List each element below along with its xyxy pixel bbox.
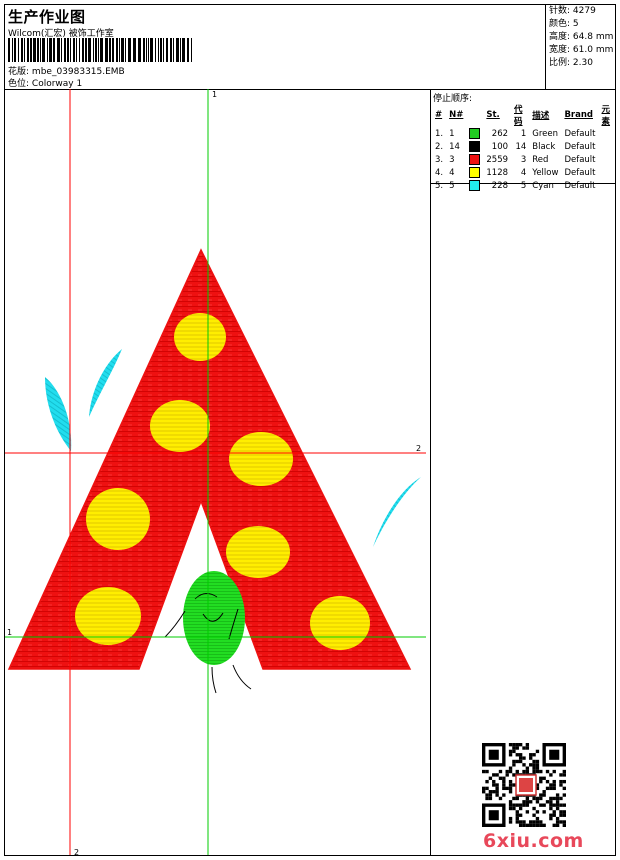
cell-brand: Default: [564, 154, 596, 165]
cell-index: 4.: [435, 167, 444, 178]
table-row: 5. 5 228 5 Cyan Default: [432, 179, 615, 192]
cyan-leaf-left: [45, 377, 72, 451]
cell-brand: Default: [564, 128, 596, 139]
cell-code: 1: [520, 128, 527, 139]
embroidery-canvas: 1 1 2 2: [5, 89, 426, 855]
cell-element: [599, 127, 616, 140]
stats-panel: 针数: 4279 颜色: 5 高度: 64.8 mm 宽度: 61.0 mm 比…: [549, 5, 613, 70]
cell-description: Cyan: [532, 180, 554, 191]
table-row: 2. 14 100 14 Black Default: [432, 140, 615, 153]
stop-panel-divider: [430, 89, 431, 855]
cell-needle: 1: [449, 128, 455, 139]
table-row: 3. 3 2559 3 Red Default: [432, 153, 615, 166]
table-row: 4. 4 1128 4 Yellow Default: [432, 166, 615, 179]
cell-code: 14: [515, 141, 527, 152]
cell-needle: 14: [449, 141, 460, 152]
qr-code: [482, 743, 570, 827]
cell-index: 3.: [435, 154, 444, 165]
col-brand: Brand: [564, 110, 593, 120]
col-code: 代码: [514, 105, 523, 127]
stat-height: 高度: 64.8 mm: [549, 32, 614, 42]
col-index: #: [435, 110, 443, 120]
cell-element: [599, 153, 616, 166]
table-row: 1. 1 262 1 Green Default: [432, 127, 615, 140]
stat-width: 宽度: 61.0 mm: [549, 45, 614, 55]
cell-description: Red: [532, 154, 549, 165]
guide-label-green-top: 1: [212, 90, 217, 99]
stat-colors: 颜色: 5: [549, 19, 579, 29]
color-swatch: [469, 128, 481, 139]
color-swatch: [469, 141, 481, 152]
cell-stitches: 1128: [486, 167, 509, 178]
cell-description: Yellow: [532, 167, 559, 178]
cyan-leaf-right: [373, 477, 421, 547]
cell-stitches: 100: [491, 141, 509, 152]
cell-element: [599, 166, 616, 179]
cell-brand: Default: [564, 141, 596, 152]
color-swatch: [469, 154, 481, 165]
watermark-text: 6xiu.com: [483, 830, 584, 852]
col-element: 元素: [601, 105, 611, 127]
stop-sequence-table: # N# St. 代码 描述 Brand 元素 1. 1 262 1 Green Defa…: [432, 103, 615, 192]
colorway-name: Colorway 1: [31, 79, 83, 89]
cell-stitches: 228: [491, 180, 509, 191]
stat-scale: 比例: 2.30: [549, 58, 593, 68]
cell-description: Green: [532, 128, 559, 139]
col-stitches: St.: [486, 110, 500, 120]
col-swatch: [466, 103, 483, 127]
cell-description: Black: [532, 141, 556, 152]
table-header-row: # N# St. 代码 描述 Brand 元素: [432, 103, 615, 127]
cell-needle: 4: [449, 167, 455, 178]
sheet-title: 生产作业图: [8, 8, 86, 26]
cell-swatch: [466, 153, 483, 166]
cell-needle: 3: [449, 154, 455, 165]
color-swatch: [469, 167, 481, 178]
cell-index: 5.: [435, 180, 444, 191]
cell-brand: Default: [564, 167, 596, 178]
cell-stitches: 262: [491, 128, 509, 139]
cyan-leaf-middle: [89, 349, 122, 417]
col-needle: N#: [449, 110, 464, 120]
cell-element: [599, 179, 616, 192]
cell-needle: 5: [449, 180, 455, 191]
cell-code: 3: [520, 154, 527, 165]
cell-swatch: [466, 140, 483, 153]
cell-brand: Default: [564, 180, 596, 191]
colorway-label: 色位:: [8, 79, 30, 89]
cell-stitches: 2559: [486, 154, 509, 165]
col-description: 描述: [532, 111, 550, 121]
cell-element: [599, 140, 616, 153]
stats-divider: [545, 5, 546, 89]
cell-code: 4: [520, 167, 527, 178]
cell-swatch: [466, 127, 483, 140]
barcode: [8, 38, 192, 62]
guide-label-red-bottom: 2: [74, 848, 79, 855]
cell-code: 5: [520, 180, 527, 191]
guide-label-green-left: 1: [7, 628, 12, 637]
color-swatch: [469, 180, 481, 191]
cell-swatch: [466, 166, 483, 179]
cell-swatch: [466, 179, 483, 192]
stat-stitches: 针数: 4279: [549, 6, 596, 16]
cell-index: 1.: [435, 128, 444, 139]
guide-label-red-right: 2: [416, 444, 421, 453]
cell-index: 2.: [435, 141, 444, 152]
colorway-row: 色位: Colorway 1: [8, 76, 82, 89]
